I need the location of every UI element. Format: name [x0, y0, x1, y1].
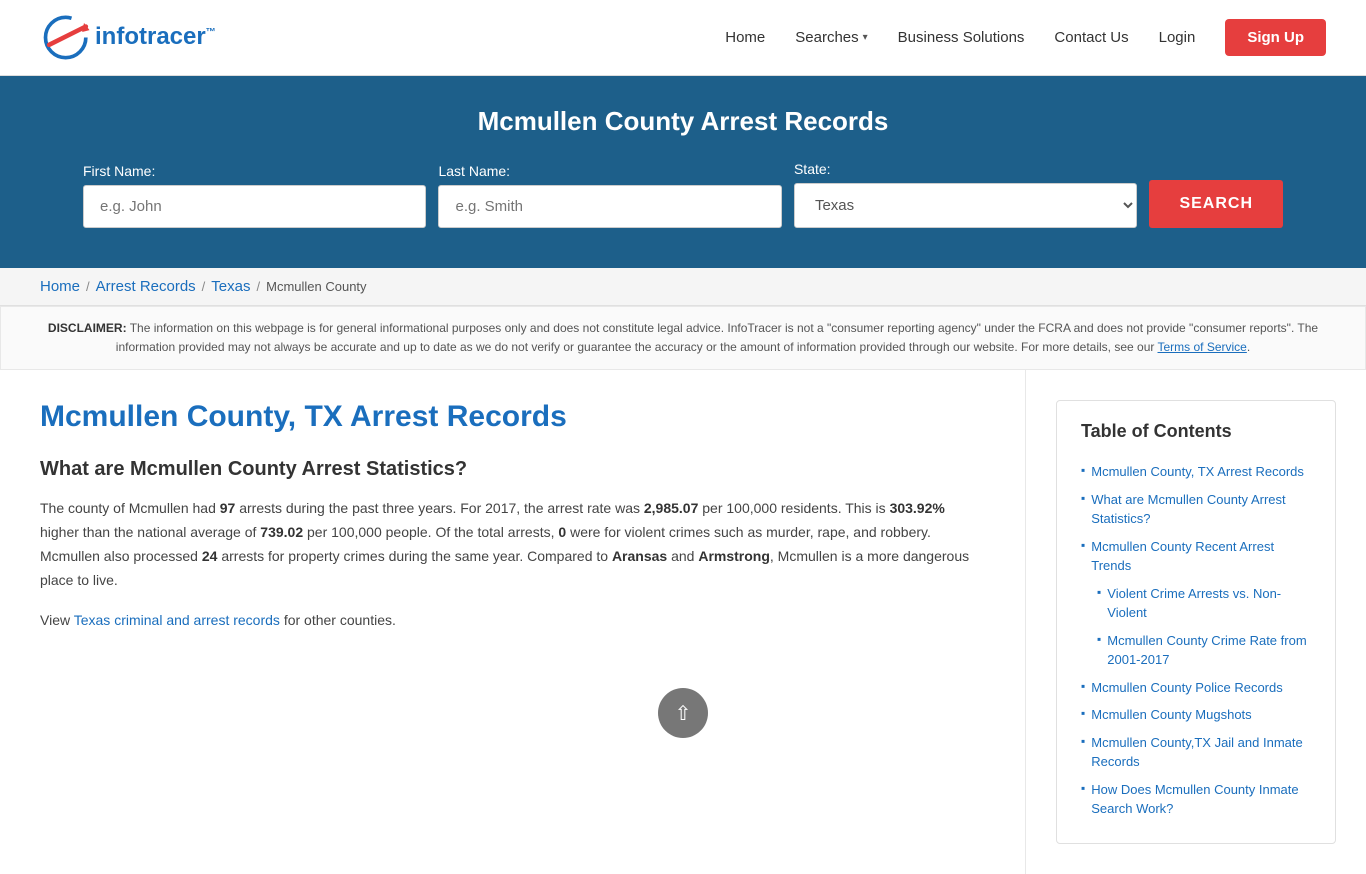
content-right: Table of Contents Mcmullen County, TX Ar…: [1026, 370, 1366, 874]
main-paragraph1: The county of Mcmullen had 97 arrests du…: [40, 497, 985, 592]
disclaimer: DISCLAIMER: The information on this webp…: [0, 306, 1366, 370]
toc-link[interactable]: Mcmullen County Police Records: [1091, 678, 1282, 698]
state-label: State:: [794, 161, 1137, 177]
main-nav: Home Searches ▾ Business Solutions Conta…: [725, 19, 1326, 56]
logo-text: infotracer™: [95, 23, 216, 50]
last-name-label: Last Name:: [438, 163, 781, 179]
logo[interactable]: infotracer™: [40, 10, 216, 65]
toc-link[interactable]: What are Mcmullen County Arrest Statisti…: [1091, 490, 1311, 529]
toc-link[interactable]: How Does Mcmullen County Inmate Search W…: [1091, 780, 1311, 819]
breadcrumb-current: Mcmullen County: [266, 279, 366, 294]
toc-item: Mcmullen County Recent Arrest Trends: [1081, 533, 1311, 580]
higher-pct: 303.92%: [890, 500, 945, 516]
nav-home[interactable]: Home: [725, 29, 765, 46]
last-name-group: Last Name:: [438, 163, 781, 228]
disclaimer-label: DISCLAIMER:: [48, 321, 127, 335]
breadcrumb-link[interactable]: Arrest Records: [96, 278, 196, 295]
texas-records-link[interactable]: Texas criminal and arrest records: [74, 612, 280, 628]
nav-contact-us[interactable]: Contact Us: [1054, 29, 1128, 46]
nav-business-solutions[interactable]: Business Solutions: [898, 29, 1025, 46]
toc-link[interactable]: Mcmullen County,TX Jail and Inmate Recor…: [1091, 733, 1311, 772]
main-content: Mcmullen County, TX Arrest Records What …: [0, 370, 1366, 874]
nav-searches[interactable]: Searches ▾: [795, 29, 867, 46]
toc-item: How Does Mcmullen County Inmate Search W…: [1081, 776, 1311, 823]
toc-item: Mcmullen County Police Records: [1081, 674, 1311, 702]
disclaimer-text: The information on this webpage is for g…: [116, 321, 1318, 354]
toc-link[interactable]: Mcmullen County Mugshots: [1091, 705, 1251, 725]
breadcrumb-sep: /: [202, 279, 206, 294]
compare1: Aransas: [612, 548, 667, 564]
state-select[interactable]: All StatesAlabamaAlaskaArizonaArkansasCa…: [794, 183, 1137, 228]
hero-title: Mcmullen County Arrest Records: [40, 106, 1326, 137]
toc-title: Table of Contents: [1081, 421, 1311, 442]
compare2: Armstrong: [698, 548, 770, 564]
main-heading-rest: County, TX Arrest Records: [178, 400, 566, 433]
breadcrumb-sep: /: [256, 279, 260, 294]
first-name-label: First Name:: [83, 163, 426, 179]
state-group: State: All StatesAlabamaAlaskaArizonaArk…: [794, 161, 1137, 228]
toc-link[interactable]: Mcmullen County Crime Rate from 2001-201…: [1107, 631, 1311, 670]
toc-link[interactable]: Mcmullen County, TX Arrest Records: [1091, 462, 1304, 482]
toc-item: Mcmullen County Crime Rate from 2001-201…: [1081, 627, 1311, 674]
logo-icon: [40, 10, 95, 65]
section1-heading: What are Mcmullen County Arrest Statisti…: [40, 458, 985, 481]
last-name-input[interactable]: [438, 185, 781, 228]
scroll-top-button[interactable]: ⇧: [658, 688, 708, 738]
content-left: Mcmullen County, TX Arrest Records What …: [0, 370, 1026, 874]
view-text: View: [40, 612, 70, 628]
breadcrumb-link[interactable]: Texas: [211, 278, 250, 295]
arrests-num: 97: [220, 500, 236, 516]
toc-item: Mcmullen County,TX Jail and Inmate Recor…: [1081, 729, 1311, 776]
arrest-rate: 2,985.07: [644, 500, 699, 516]
violent-count: 0: [558, 524, 566, 540]
breadcrumb-bar: Home / Arrest Records / Texas / Mcmullen Count…: [0, 268, 1366, 306]
view-link-paragraph: View Texas criminal and arrest records f…: [40, 609, 985, 633]
search-button[interactable]: SEARCH: [1149, 180, 1283, 228]
toc-item: Violent Crime Arrests vs. Non-Violent: [1081, 580, 1311, 627]
toc-list: Mcmullen County, TX Arrest Records What a…: [1081, 458, 1311, 823]
breadcrumb: Home / Arrest Records / Texas / Mcmullen Count…: [40, 278, 1326, 295]
toc-item: Mcmullen County Mugshots: [1081, 701, 1311, 729]
toc-link[interactable]: Mcmullen County Recent Arrest Trends: [1091, 537, 1311, 576]
main-heading: Mcmullen County, TX Arrest Records: [40, 400, 985, 434]
first-name-input[interactable]: [83, 185, 426, 228]
toc-item: Mcmullen County, TX Arrest Records: [1081, 458, 1311, 486]
first-name-group: First Name:: [83, 163, 426, 228]
login-button[interactable]: Login: [1159, 29, 1196, 46]
toc-link[interactable]: Violent Crime Arrests vs. Non-Violent: [1107, 584, 1311, 623]
site-header: infotracer™ Home Searches ▾ Business Sol…: [0, 0, 1366, 76]
toc-box: Table of Contents Mcmullen County, TX Ar…: [1056, 400, 1336, 844]
breadcrumb-link[interactable]: Home: [40, 278, 80, 295]
property-count: 24: [202, 548, 218, 564]
view-suffix: for other counties.: [284, 612, 396, 628]
tos-link[interactable]: Terms of Service: [1158, 340, 1247, 354]
hero-section: Mcmullen County Arrest Records First Nam…: [0, 76, 1366, 268]
main-heading-highlight: Mcmullen: [40, 400, 178, 433]
breadcrumb-sep: /: [86, 279, 90, 294]
signup-button[interactable]: Sign Up: [1225, 19, 1326, 56]
national-avg: 739.02: [260, 524, 303, 540]
searches-chevron-icon: ▾: [863, 32, 868, 43]
toc-item: What are Mcmullen County Arrest Statisti…: [1081, 486, 1311, 533]
search-form: First Name: Last Name: State: All States…: [83, 161, 1283, 228]
